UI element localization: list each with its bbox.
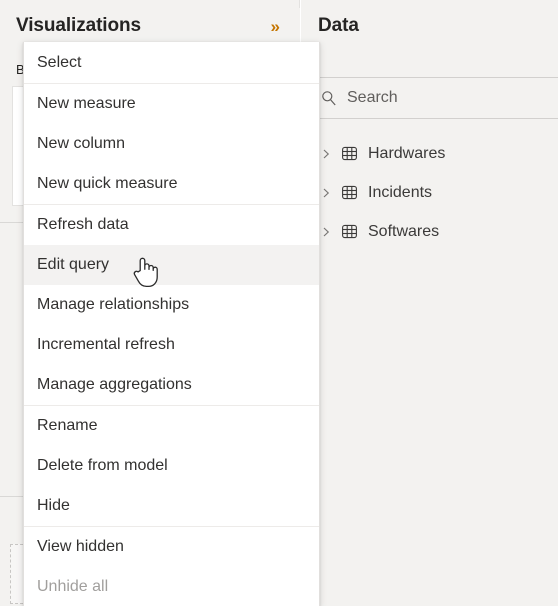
- menu-item-manage-relationships[interactable]: Manage relationships: [24, 285, 319, 325]
- menu-item-label: New column: [37, 135, 126, 152]
- tree-item-hardwares[interactable]: Hardwares: [301, 134, 558, 173]
- menu-item-label: New measure: [37, 95, 136, 112]
- menu-item-edit-query[interactable]: Edit query: [24, 245, 319, 285]
- tree-item-incidents[interactable]: Incidents: [301, 173, 558, 212]
- menu-item-new-measure[interactable]: New measure: [24, 84, 319, 124]
- menu-item-delete-from-model[interactable]: Delete from model: [24, 446, 319, 486]
- menu-item-label: Rename: [37, 417, 98, 434]
- search-input[interactable]: Search: [301, 77, 558, 119]
- menu-item-new-quick-measure[interactable]: New quick measure: [24, 164, 319, 204]
- menu-item-refresh-data[interactable]: Refresh data: [24, 205, 319, 245]
- menu-item-unhide-all: Unhide all: [24, 567, 319, 606]
- menu-item-label: View hidden: [37, 538, 124, 555]
- table-icon: [340, 184, 358, 202]
- data-pane: Data Search Hardwares Incidents Software…: [301, 0, 558, 606]
- visualizations-header: Visualizations »: [0, 8, 300, 44]
- menu-item-label: New quick measure: [37, 175, 178, 192]
- tree-item-label: Hardwares: [368, 144, 446, 162]
- data-pane-header: Data: [301, 8, 558, 44]
- data-tree: Hardwares Incidents Softwares: [301, 134, 558, 251]
- menu-item-label: Refresh data: [37, 216, 129, 233]
- table-icon: [340, 223, 358, 241]
- context-menu: Select New measure New column New quick …: [23, 42, 320, 606]
- search-icon: [321, 90, 337, 106]
- page-title: Visualizations: [16, 15, 141, 36]
- menu-item-label: Select: [37, 54, 82, 71]
- data-pane-title: Data: [318, 15, 359, 36]
- menu-item-label: Manage relationships: [37, 296, 190, 313]
- menu-item-label: Manage aggregations: [37, 376, 192, 393]
- menu-item-rename[interactable]: Rename: [24, 406, 319, 446]
- chevron-right-icon[interactable]: [319, 225, 333, 239]
- tree-item-label: Softwares: [368, 222, 440, 240]
- menu-item-label: Unhide all: [37, 578, 109, 595]
- search-placeholder: Search: [347, 89, 398, 106]
- menu-item-label: Incremental refresh: [37, 336, 175, 353]
- chevron-right-icon[interactable]: [319, 147, 333, 161]
- menu-item-incremental-refresh[interactable]: Incremental refresh: [24, 325, 319, 365]
- tree-item-softwares[interactable]: Softwares: [301, 212, 558, 251]
- menu-item-view-hidden[interactable]: View hidden: [24, 527, 319, 567]
- power-bi-report-panes: Visualizations » B Data Search Hardwares…: [0, 0, 558, 606]
- table-icon: [340, 145, 358, 163]
- menu-item-label: Hide: [37, 497, 70, 514]
- menu-item-manage-aggregations[interactable]: Manage aggregations: [24, 365, 319, 405]
- chevron-double-right-icon[interactable]: »: [271, 18, 288, 35]
- chevron-right-icon[interactable]: [319, 186, 333, 200]
- menu-item-select[interactable]: Select: [24, 43, 319, 83]
- menu-item-label: Delete from model: [37, 457, 168, 474]
- menu-item-hide[interactable]: Hide: [24, 486, 319, 526]
- menu-item-label: Edit query: [37, 256, 110, 273]
- tree-item-label: Incidents: [368, 183, 433, 201]
- menu-item-new-column[interactable]: New column: [24, 124, 319, 164]
